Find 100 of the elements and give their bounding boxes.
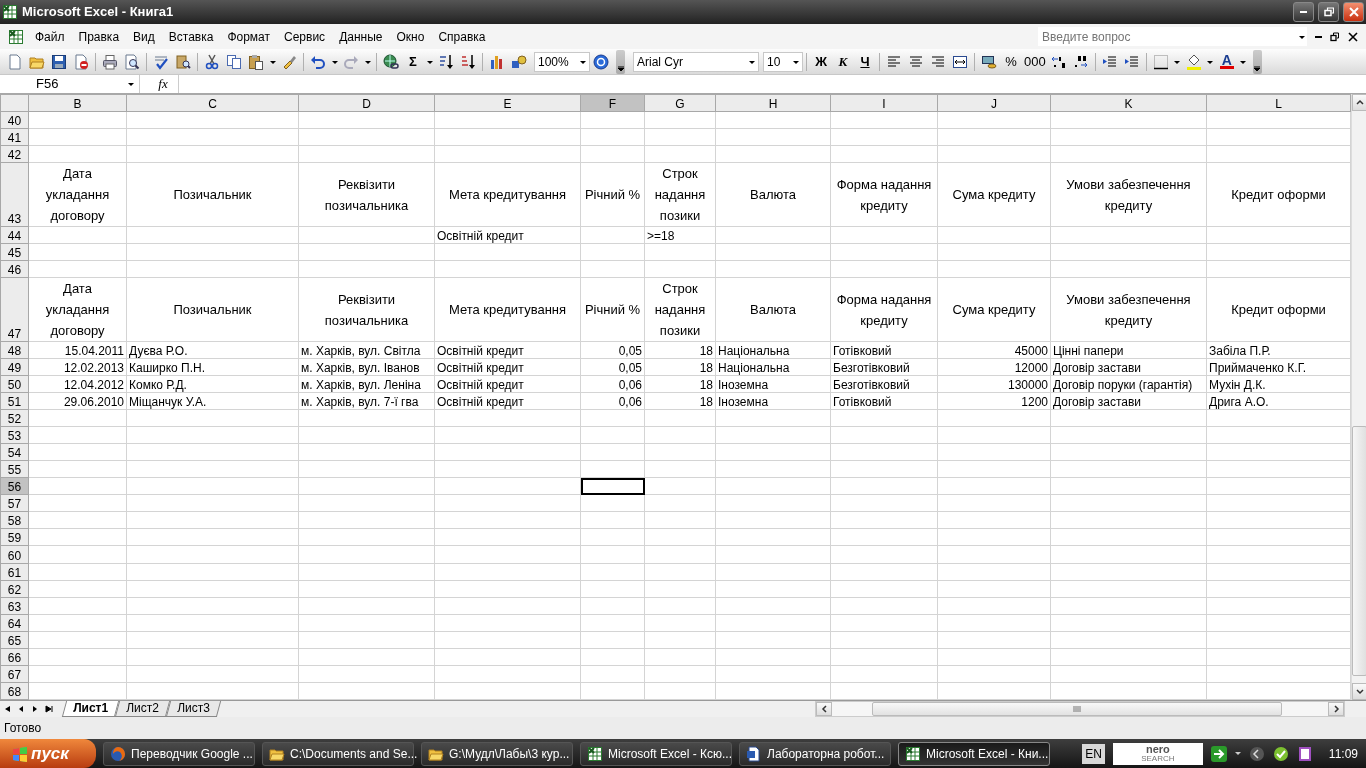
table-cell: 0,05 — [580, 341, 645, 359]
column-header[interactable]: K — [1050, 94, 1207, 112]
horizontal-scrollbar[interactable] — [815, 701, 1345, 717]
menu-item[interactable]: Правка — [71, 26, 127, 47]
restore-button[interactable] — [1318, 2, 1339, 22]
forward-arrow-icon — [1210, 745, 1227, 762]
caret-icon — [1239, 58, 1248, 65]
arrow-icon — [3, 705, 11, 713]
underline-button[interactable]: Ч — [854, 50, 876, 73]
table-cell: м. Харків, вул. Леніна — [298, 375, 435, 393]
column-header[interactable]: D — [298, 94, 435, 112]
scrollbar-thumb[interactable] — [1352, 426, 1366, 676]
column-header[interactable]: C — [126, 94, 299, 112]
column-header[interactable]: E — [434, 94, 581, 112]
help-search-field[interactable]: Введите вопрос — [1038, 27, 1296, 46]
caret-icon — [425, 58, 434, 65]
spelling-check-icon — [153, 53, 169, 70]
scrollbar-thumb[interactable] — [872, 702, 1282, 716]
font-color-button[interactable]: A — [1215, 50, 1238, 73]
menu-item[interactable]: Файл — [28, 26, 72, 47]
zoom-dropdown[interactable]: 100% — [534, 51, 590, 72]
scroll-down-button[interactable] — [1352, 683, 1366, 700]
sort-ascending-icon — [438, 53, 454, 70]
font-dropdown[interactable]: Arial Cyr — [633, 51, 759, 72]
print-preview-icon — [124, 53, 140, 70]
thousands-button[interactable]: 000 — [1022, 50, 1048, 73]
active-cell-border[interactable] — [580, 477, 645, 495]
function-label[interactable]: fx — [148, 74, 178, 94]
table-heading: Позичальник — [126, 162, 299, 227]
font-size-dropdown[interactable]: 10 — [763, 51, 803, 72]
table-cell: 0,05 — [580, 358, 645, 376]
close-button[interactable] — [1343, 2, 1364, 22]
menu-item[interactable]: Справка — [431, 26, 493, 47]
table-cell: 18 — [644, 341, 716, 359]
table-cell: Комко Р.Д. — [126, 375, 299, 393]
copy-icon — [226, 53, 242, 70]
taskbar-button[interactable]: Переводчик Google ... — [103, 741, 255, 766]
dropdown-button[interactable] — [1296, 27, 1307, 46]
clipboard-icon — [248, 53, 264, 70]
scroll-right-button[interactable] — [1328, 702, 1344, 716]
column-header[interactable]: L — [1206, 94, 1351, 112]
taskbar-button[interactable]: Microsoft Excel - Кни... — [898, 741, 1050, 766]
table-heading: Річний % — [580, 162, 645, 227]
row-header[interactable]: 43 — [0, 162, 29, 227]
table-cell: 0,06 — [580, 392, 645, 410]
percent-button[interactable]: % — [1000, 50, 1022, 73]
table-heading: Кредит оформи — [1206, 162, 1351, 227]
taskbar-button[interactable]: Лабораторна робот... — [739, 741, 891, 766]
align-left-icon — [886, 53, 902, 70]
sheet-tab[interactable]: Лист3 — [165, 701, 221, 717]
vertical-scrollbar[interactable] — [1351, 94, 1366, 700]
column-header[interactable]: F — [580, 94, 645, 112]
menu-item[interactable]: Вид — [126, 26, 162, 47]
column-header[interactable]: G — [644, 94, 716, 112]
name-box[interactable]: F56 — [0, 75, 140, 93]
column-header[interactable]: I — [830, 94, 938, 112]
table-heading: Строк надання позики — [644, 162, 716, 227]
scroll-left-button[interactable] — [816, 702, 832, 716]
table-cell: Освітній кредит — [434, 375, 581, 393]
table-cell: Дрига А.О. — [1206, 392, 1351, 410]
bold-button[interactable]: Ж — [810, 50, 832, 73]
column-header[interactable]: J — [937, 94, 1051, 112]
scroll-up-button[interactable] — [1352, 94, 1366, 111]
autosum-button[interactable]: Σ — [402, 50, 424, 73]
row-header[interactable]: 47 — [0, 277, 29, 342]
caret-icon — [127, 81, 135, 87]
menu-item[interactable]: Формат — [220, 26, 278, 47]
shapes-icon — [511, 53, 527, 70]
search-logo[interactable]: nero SEARCH — [1112, 742, 1203, 765]
coins-icon — [981, 53, 997, 70]
printer-icon — [102, 53, 118, 70]
menu-item[interactable]: Окно — [389, 26, 432, 47]
minimize-button[interactable] — [1293, 2, 1314, 22]
toolbar-options-button[interactable] — [1252, 49, 1262, 74]
menu-item[interactable]: Сервис — [277, 26, 333, 47]
taskbar-button[interactable]: Microsoft Excel - Ксю... — [580, 741, 732, 766]
table-cell: Цінні папери — [1050, 341, 1207, 359]
table-cell: Освітній кредит — [434, 226, 581, 244]
spreadsheet-icon — [905, 745, 921, 762]
italic-button[interactable]: К — [832, 50, 854, 73]
table-cell: 1200 — [937, 392, 1051, 410]
table-cell: 130000 — [937, 375, 1051, 393]
table-cell: Дуєва Р.О. — [126, 341, 299, 359]
menu-item[interactable]: Данные — [332, 26, 390, 47]
taskbar-button[interactable]: G:\Мудл\Лабы\3 кур... — [421, 741, 573, 766]
column-header[interactable]: H — [715, 94, 831, 112]
book-icon — [175, 53, 191, 70]
sheet-tab[interactable]: Лист2 — [114, 701, 170, 717]
restore-icon — [1330, 31, 1340, 42]
table-cell: Мухін Д.К. — [1206, 375, 1351, 393]
help-icon — [593, 53, 609, 70]
language-indicator[interactable]: EN — [1082, 743, 1105, 764]
table-cell: Іноземна — [715, 375, 831, 393]
menu-item[interactable]: Вставка — [161, 26, 221, 47]
start-button[interactable]: пуск — [0, 739, 96, 768]
toolbar-options-button[interactable] — [616, 49, 625, 74]
column-header[interactable]: B — [28, 94, 127, 112]
sheet-tab[interactable]: Лист1 — [61, 701, 120, 717]
restore-icon — [1323, 7, 1334, 17]
caret-icon — [1173, 58, 1182, 65]
